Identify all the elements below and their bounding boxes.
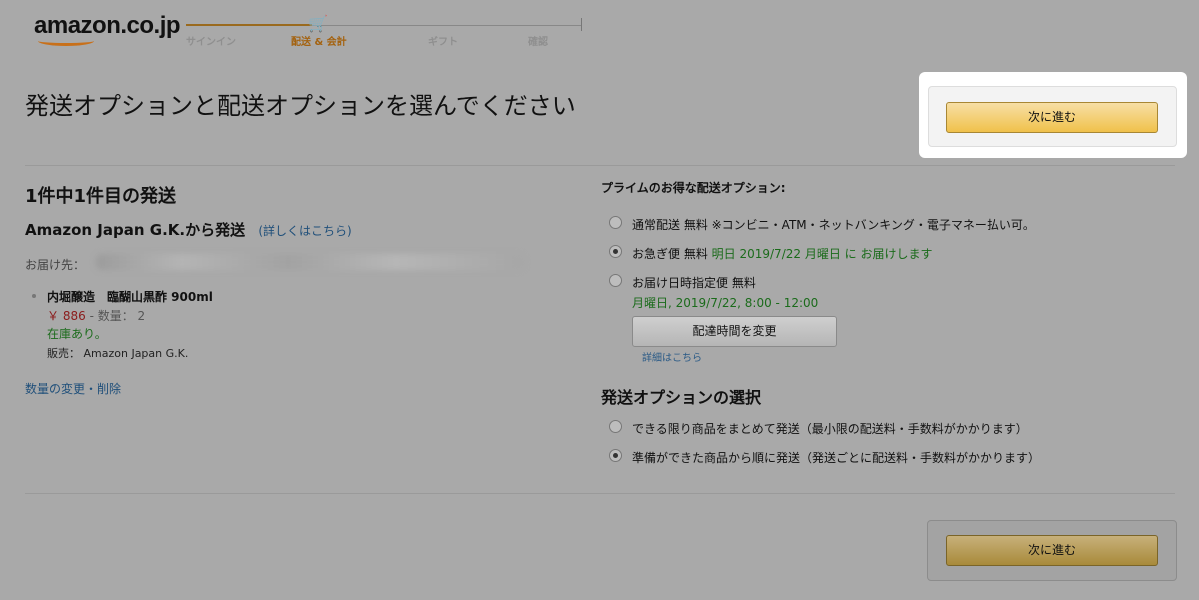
next-button-panel: 次に進む — [928, 86, 1177, 147]
express-label: お急ぎ便 無料 — [632, 247, 708, 261]
step-shipping: 配送 & 会計 — [291, 37, 347, 48]
shipment-count: 1件中1件目の発送 — [25, 186, 177, 207]
step-signin: サインイン — [186, 37, 236, 48]
seller-info: Amazon Japan G.K.から発送 (詳しくはこちら) — [25, 219, 352, 240]
change-delivery-time-button[interactable]: 配達時間を変更 — [632, 316, 837, 347]
details-link[interactable]: 詳細はこちら — [642, 349, 702, 364]
product-quantity: - 数量： 2 — [89, 309, 146, 323]
scheduled-delivery-time: 月曜日, 2019/7/22, 8:00 - 12:00 — [632, 296, 819, 310]
option-ship-when-ready[interactable]: 準備ができた商品から順に発送（発送ごとに配送料・手数料がかかります） — [632, 449, 1040, 466]
sold-by: 販売： Amazon Japan G.K. — [47, 347, 189, 360]
step-gift: ギフト — [428, 37, 458, 48]
prime-delivery-heading: プライムのお得な配送オプション: — [601, 181, 786, 195]
cart-icon: 🛒 — [308, 14, 328, 33]
next-button-highlight: 次に進む — [919, 72, 1187, 158]
price-line: ￥ 886 - 数量： 2 — [47, 307, 145, 324]
deliver-to-label: お届け先： — [25, 258, 86, 272]
divider — [25, 165, 1175, 166]
next-button-panel-bottom: 次に進む — [927, 520, 1177, 581]
page-title: 発送オプションと配送オプションを選んでください — [25, 92, 576, 120]
radio-ship-together[interactable] — [609, 420, 622, 433]
shipping-options-heading: 発送オプションの選択 — [601, 388, 762, 407]
stock-status: 在庫あり。 — [47, 327, 107, 341]
logo-text: amazon.co.jp — [34, 12, 181, 39]
option-scheduled-delivery[interactable]: お届け日時指定便 無料 — [632, 274, 756, 291]
option-ship-together[interactable]: できる限り商品をまとめて発送（最小限の配送料・手数料がかかります） — [632, 420, 1028, 437]
option-standard-delivery[interactable]: 通常配送 無料 ※コンビニ・ATM・ネットバンキング・電子マネー払い可。 — [632, 216, 1035, 233]
progress-track-done — [186, 24, 312, 26]
radio-standard-delivery[interactable] — [609, 216, 622, 229]
option-express-delivery[interactable]: お急ぎ便 無料 明日 2019/7/22 月曜日 に お届けします — [632, 245, 932, 262]
seller-details-link[interactable]: (詳しくはこちら) — [258, 224, 351, 238]
product-name: 内堀醸造 臨醐山黒酢 900ml — [47, 290, 213, 304]
radio-express-delivery[interactable] — [609, 245, 622, 258]
progress-end-marker — [581, 18, 582, 31]
radio-scheduled-delivery[interactable] — [609, 274, 622, 287]
radio-ship-when-ready[interactable] — [609, 449, 622, 462]
blurred-address — [96, 254, 524, 270]
change-quantity-link[interactable]: 数量の変更・削除 — [25, 380, 121, 397]
divider — [25, 493, 1175, 494]
smile-icon — [38, 36, 94, 46]
next-button-bottom[interactable]: 次に進む — [946, 535, 1158, 566]
bullet-icon — [32, 294, 36, 298]
next-button-top[interactable]: 次に進む — [946, 102, 1158, 133]
seller-name: Amazon Japan G.K.から発送 — [25, 221, 246, 239]
express-date: 明日 2019/7/22 月曜日 に お届けします — [711, 247, 933, 261]
amazon-logo[interactable]: amazon.co.jp — [34, 12, 181, 46]
product-price: ￥ 886 — [47, 309, 86, 323]
step-confirm: 確認 — [528, 37, 548, 48]
